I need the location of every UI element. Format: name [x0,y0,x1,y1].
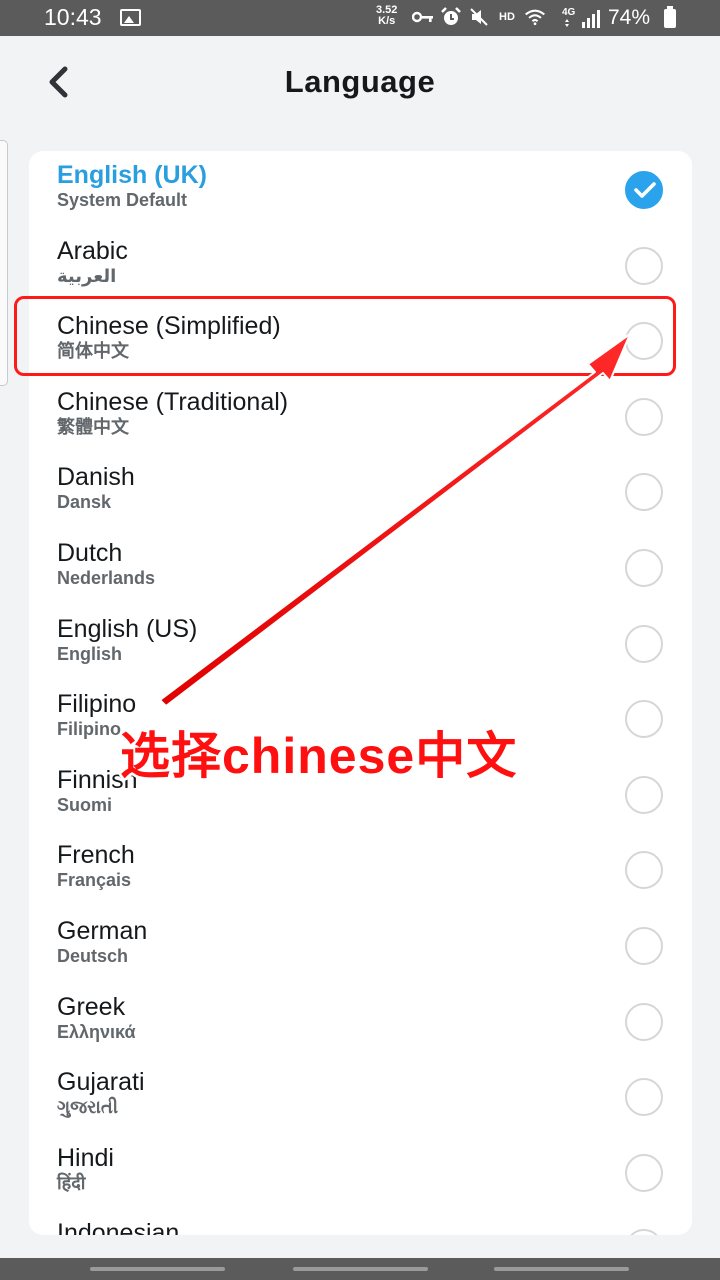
annotation-arrow [159,333,631,707]
nav-pill-right[interactable] [494,1267,629,1271]
nav-pill-center[interactable] [293,1267,428,1271]
nav-pill-left[interactable] [90,1267,225,1271]
annotation-caption: 选择chinese中文 [120,728,518,784]
navigation-bar [0,1258,720,1280]
